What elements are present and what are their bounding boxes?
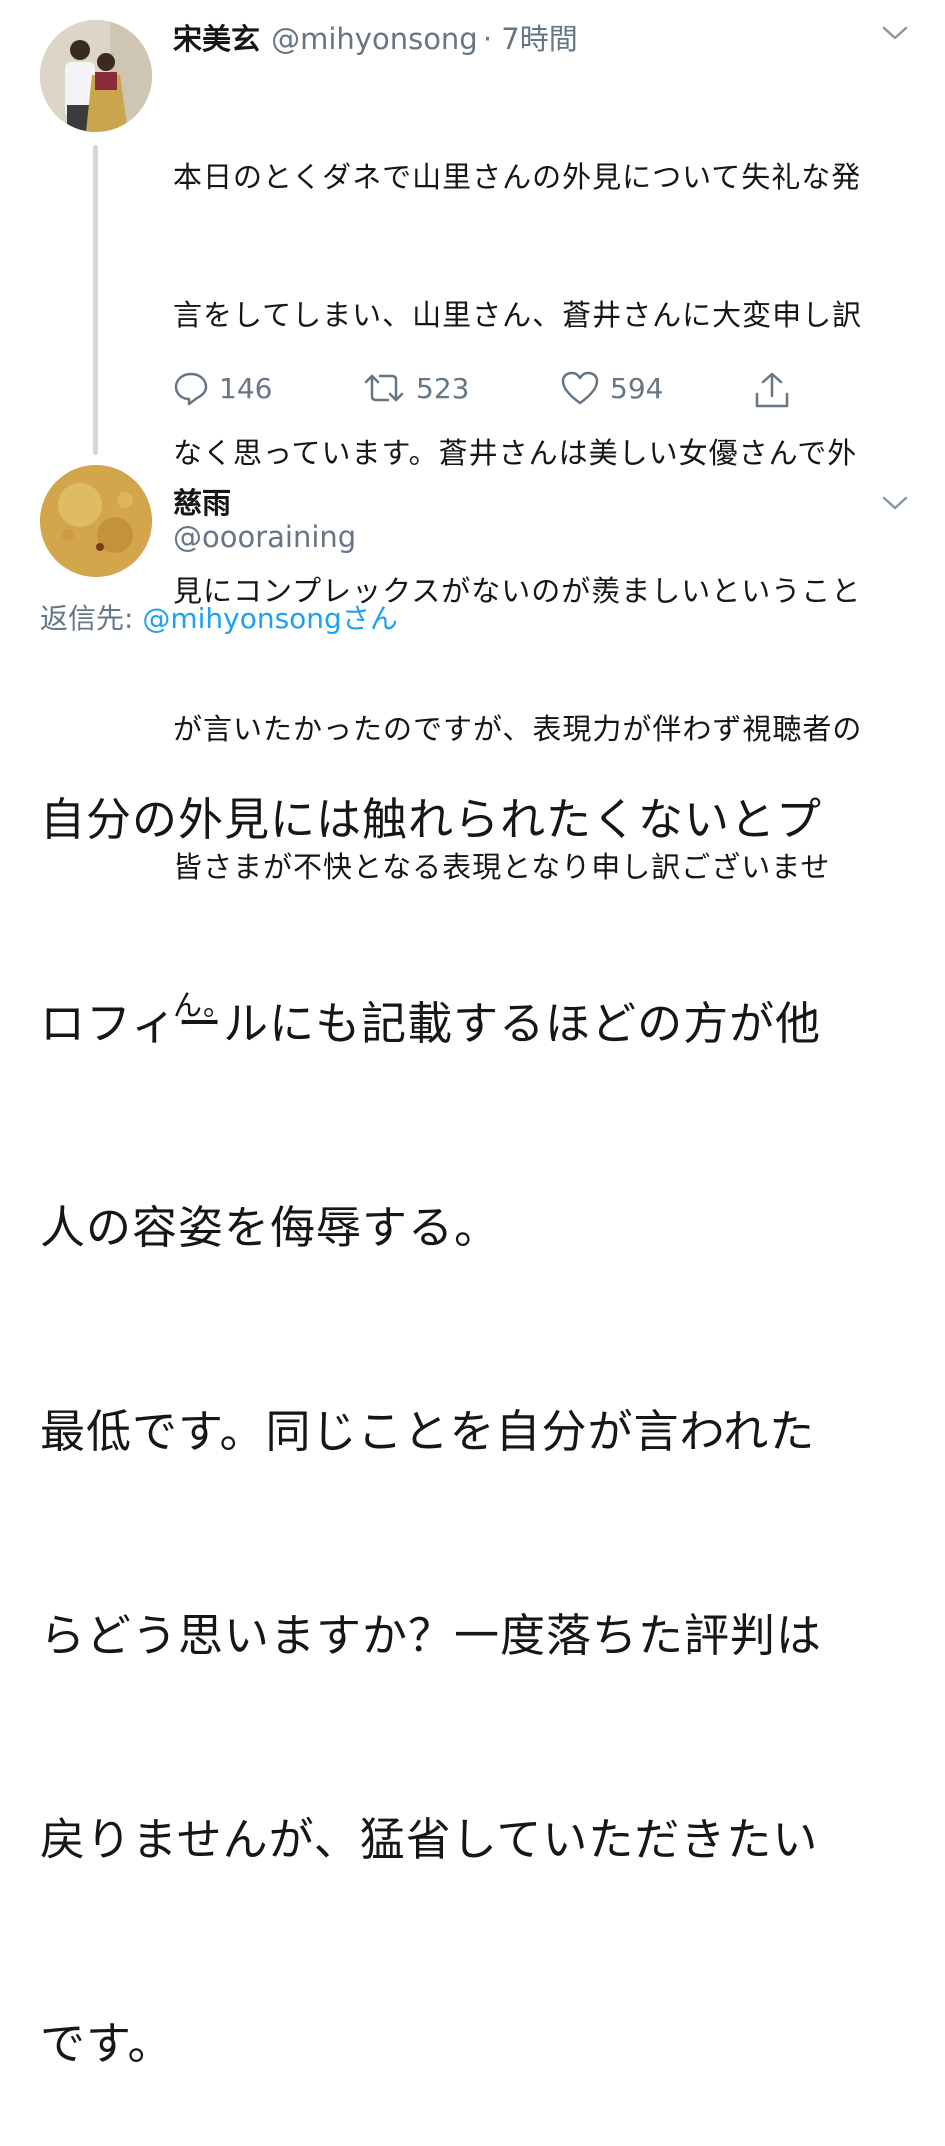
- tweet-text-line: 本日のとくダネで山里さんの外見について失礼な発: [173, 160, 862, 194]
- avatar[interactable]: [40, 465, 152, 577]
- reply-to-label: 返信先:: [40, 602, 143, 635]
- like-button[interactable]: 594: [560, 370, 663, 406]
- chevron-down-icon[interactable]: [880, 492, 910, 518]
- timestamp[interactable]: · 7時間: [483, 22, 578, 56]
- tweet-header: 宋美玄 @mihyonsong · 7時間: [173, 16, 578, 58]
- author-name[interactable]: 慈雨: [173, 480, 231, 522]
- author-handle[interactable]: @mihyonsong: [271, 22, 478, 56]
- reply-icon: [174, 372, 208, 406]
- chevron-down-icon[interactable]: [880, 22, 910, 48]
- avatar[interactable]: [40, 20, 152, 132]
- reply-to-line: 返信先: @mihyonsongさん: [40, 597, 398, 637]
- retweet-icon: [364, 374, 404, 402]
- tweet-text-line: なく思っています。蒼井さんは美しい女優さんで外: [173, 436, 858, 470]
- tweet-text-line: 人の容姿を侮辱する。: [40, 1201, 501, 1254]
- reply-to-user-link[interactable]: @mihyonsong: [142, 602, 342, 635]
- tweet-text: 自分の外見には触れられたくないとプ ロフィールにも記載するほどの方が他 人の容姿…: [40, 650, 920, 2146]
- tweet-text-line: 最低です。同じことを自分が言われた: [40, 1405, 816, 1458]
- tweet-text-line: です。: [40, 2017, 174, 2070]
- tweet-text-line: ロフィールにも記載するほどの方が他: [40, 997, 822, 1050]
- tweet-text-line: 言をしてしまい、山里さん、蒼井さんに大変申し訳: [173, 298, 863, 332]
- retweet-count: 523: [416, 371, 470, 405]
- like-count: 594: [610, 371, 664, 405]
- thread-line: [93, 145, 98, 455]
- author-handle[interactable]: @oooraining: [173, 520, 356, 554]
- tweet-text-line: 戻りませんが、猛省していただきたい: [40, 1813, 819, 1866]
- share-icon: [755, 372, 789, 408]
- heart-icon: [561, 371, 599, 405]
- tweet-text-line: らどう思いますか？一度落ちた評判は: [40, 1609, 823, 1662]
- reply-button[interactable]: 146: [173, 370, 272, 406]
- reply-count: 146: [219, 371, 273, 405]
- tweet-text-line: 自分の外見には触れられたくないとプ: [40, 793, 823, 846]
- share-button[interactable]: [752, 370, 802, 410]
- reply-to-suffix: さん: [341, 602, 398, 635]
- retweet-button[interactable]: 523: [362, 370, 469, 406]
- author-name[interactable]: 宋美玄: [173, 22, 260, 56]
